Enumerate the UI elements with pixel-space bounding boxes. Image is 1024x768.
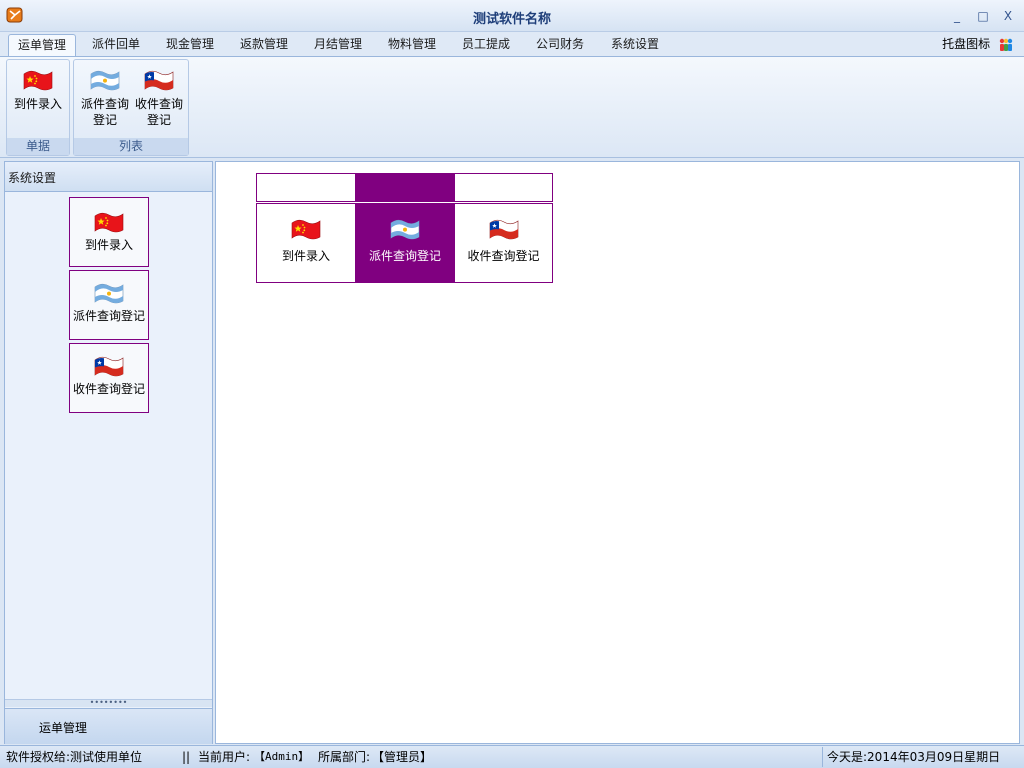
china-flag-icon [23,70,53,91]
status-bar: 软件授权给:测试使用单位 || 当前用户: 【Admin】 所属部门: 【管理员… [0,745,1024,768]
tray-label: 托盘图标 [942,37,991,51]
tab-refund[interactable]: 返款管理 [231,34,297,56]
ribbon-group-documents: 到件录入 单据 [6,59,70,156]
ribbon: 到件录入 单据 派件查询登记 收件查询登记 列表 [0,56,1024,158]
tray-button[interactable]: 托盘图标 [942,35,1014,55]
header-cell-selected [355,173,455,202]
window-title: 测试软件名称 [472,12,551,27]
left-panel-header: 系统设置 [5,162,212,192]
tile-receive-query[interactable]: 收件查询登记 [454,203,553,283]
tile-label: 派件查询登记 [368,249,441,263]
nav-waybill-management[interactable]: 运单管理 [5,708,212,744]
header-cell [454,173,553,202]
left-item-label: 收件查询登记 [72,382,145,396]
argentina-flag-icon [90,70,120,91]
minimize-button[interactable]: _ [948,8,966,24]
current-user-label: 当前用户: [198,750,251,764]
tab-finance[interactable]: 公司财务 [527,34,593,56]
chile-flag-icon [144,70,174,91]
left-item-receive-query[interactable]: 收件查询登记 [69,343,149,413]
status-separator: || [182,750,191,764]
tile-label: 到件录入 [281,249,330,263]
department-value: 【管理员】 [372,750,433,764]
ribbon-button-label: 派件查询登记 [80,97,129,127]
ribbon-receive-query-button[interactable]: 收件查询登记 [131,64,187,128]
china-flag-icon [291,219,321,240]
menu-tabs: 运单管理 派件回单 现金管理 返款管理 月结管理 物料管理 员工提成 公司财务 … [0,32,1024,56]
chile-flag-icon [94,356,124,377]
argentina-flag-icon [390,219,420,240]
maximize-button[interactable]: □ [974,8,992,24]
tile-dispatch-query[interactable]: 派件查询登记 [355,203,455,283]
left-item-dispatch-query[interactable]: 派件查询登记 [69,270,149,340]
current-user-value: 【Admin】 [254,750,310,763]
tab-waybill[interactable]: 运单管理 [8,34,76,56]
ribbon-group-label: 列表 [74,138,188,155]
department-label: 所属部门: [318,750,371,764]
left-item-label: 派件查询登记 [72,309,145,323]
ribbon-arrival-entry-button[interactable]: 到件录入 [10,64,66,112]
users-icon [999,38,1013,51]
ribbon-button-label: 到件录入 [13,97,62,111]
argentina-flag-icon [94,283,124,304]
ribbon-group-label: 单据 [7,138,69,155]
current-date: 今天是:2014年03月09日星期日 [822,747,1020,767]
ribbon-button-label: 收件查询登记 [134,97,183,127]
main-content: 到件录入 派件查询登记 收件查询登记 [215,161,1020,744]
tile-label: 收件查询登记 [467,249,540,263]
tile-arrival-entry[interactable]: 到件录入 [256,203,356,283]
left-item-arrival-entry[interactable]: 到件录入 [69,197,149,267]
left-nav-panel: 系统设置 到件录入 派件查询登记 收件查询登记 •••••••• 运单管理 [4,161,213,744]
tab-dispatch-receipt[interactable]: 派件回单 [83,34,149,56]
panel-splitter[interactable]: •••••••• [5,699,212,707]
china-flag-icon [94,212,124,233]
license-text: 软件授权给:测试使用单位 [6,750,143,764]
tab-monthly[interactable]: 月结管理 [305,34,371,56]
ribbon-group-lists: 派件查询登记 收件查询登记 列表 [73,59,189,156]
tab-cash[interactable]: 现金管理 [157,34,223,56]
ribbon-dispatch-query-button[interactable]: 派件查询登记 [77,64,133,128]
close-button[interactable]: X [999,8,1017,24]
left-item-label: 到件录入 [84,238,133,252]
title-bar: 测试软件名称 _ □ X [0,0,1024,32]
header-cell [256,173,356,202]
tab-system-settings[interactable]: 系统设置 [601,34,669,56]
tab-materials[interactable]: 物料管理 [379,34,445,56]
tab-commission[interactable]: 员工提成 [453,34,519,56]
chile-flag-icon [489,219,518,240]
